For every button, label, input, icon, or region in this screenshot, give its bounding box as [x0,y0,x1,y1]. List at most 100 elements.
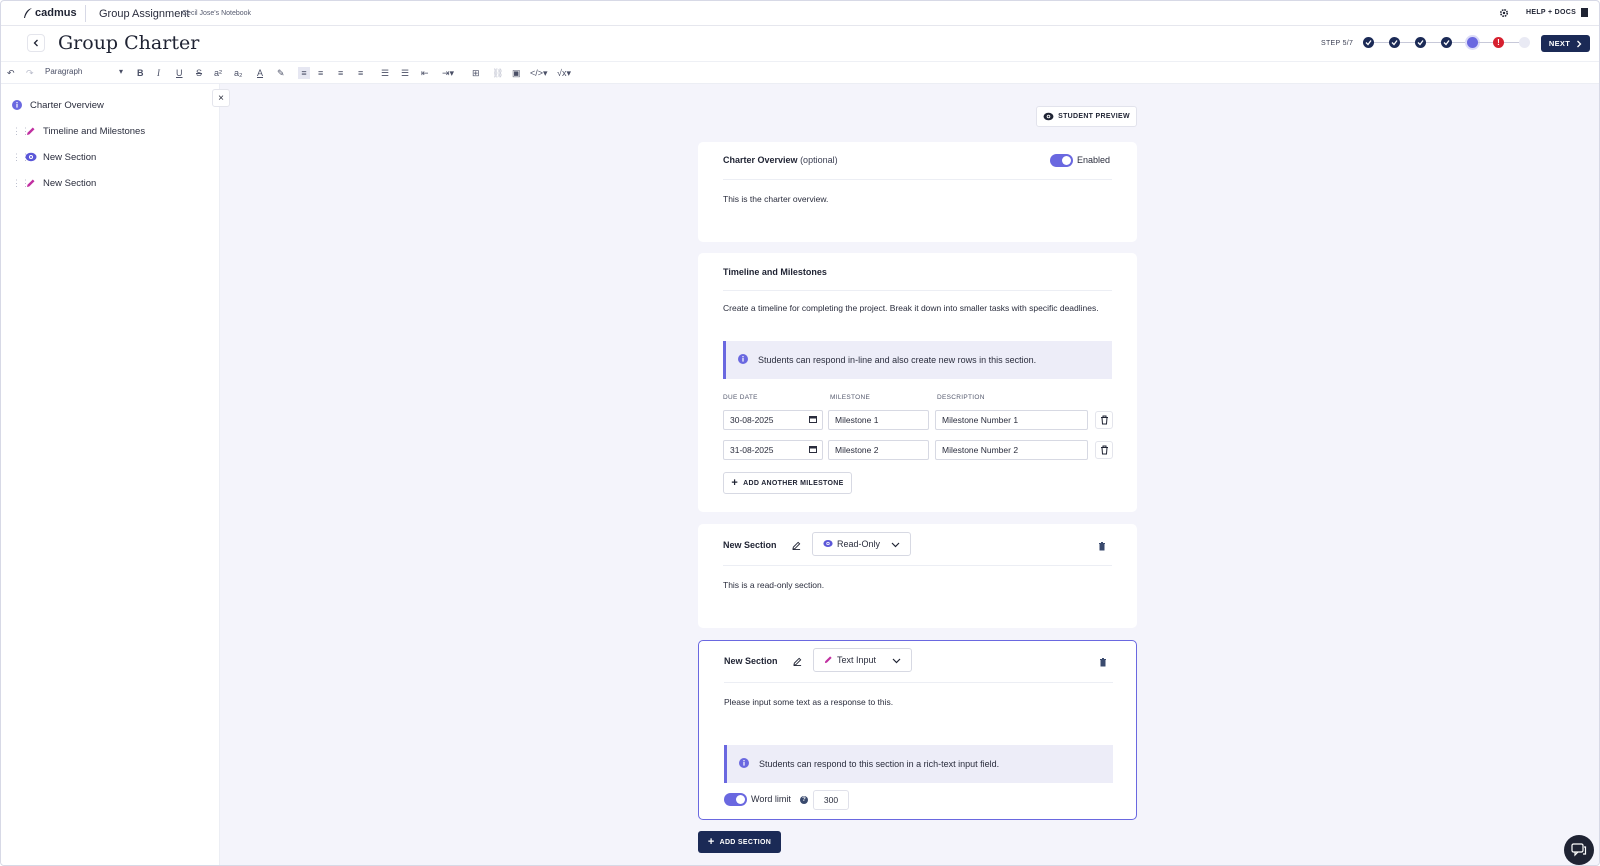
text-input-prompt[interactable]: Please input some text as a response to … [724,694,893,710]
column-header-milestone: MILESTONE [830,394,871,401]
pencil-icon [26,178,36,188]
chat-support-button[interactable] [1564,835,1594,865]
plus-icon: + [731,477,739,489]
bold-icon[interactable]: B [137,67,144,79]
book-icon[interactable] [1581,8,1588,17]
step-7-todo[interactable] [1519,37,1530,48]
due-date-input[interactable]: 31-08-2025 [723,440,823,460]
step-4-complete[interactable] [1441,37,1452,48]
milestone-input[interactable]: Milestone 1 [828,410,929,430]
step-6-error[interactable]: ! [1493,37,1504,48]
math-icon[interactable]: √x▾ [557,67,571,79]
due-date-input[interactable]: 30-08-2025 [723,410,823,430]
breadcrumb-assignment[interactable]: Group Assignment [99,8,190,20]
undo-icon[interactable]: ↶ [7,67,15,79]
next-button[interactable]: NEXT [1541,35,1590,52]
align-right-icon[interactable]: ≡ [338,67,343,79]
student-preview-button[interactable]: STUDENT PREVIEW [1036,106,1137,127]
feather-icon [24,8,32,18]
align-left-icon[interactable]: ≡ [298,67,310,79]
breadcrumb-notebook: Cecil Jose's Notebook [182,10,252,17]
sidebar-item-label: Charter Overview [30,99,104,111]
add-section-button[interactable]: + ADD SECTION [698,831,781,853]
settings-icon[interactable] [1499,7,1509,21]
calendar-icon[interactable] [809,445,817,455]
add-milestone-button[interactable]: + ADD ANOTHER MILESTONE [723,472,852,494]
description-input[interactable]: Milestone Number 1 [935,410,1088,430]
word-limit-label: Word limit [751,794,791,804]
indent-icon[interactable]: ⇥▾ [442,67,454,79]
app-window: cadmus Group Assignment Cecil Jose's Not… [0,0,1600,866]
underline-icon[interactable]: U [176,67,183,79]
drag-handle-icon[interactable]: ⋮⋮ [12,152,30,162]
step-5-current[interactable] [1467,37,1478,48]
paragraph-format-select[interactable]: Paragraph ▾ [45,67,123,76]
close-sidebar-button[interactable]: × [212,89,230,107]
subscript-icon[interactable]: a₂ [234,67,243,79]
bullet-list-icon[interactable]: ☰ [381,67,389,79]
sidebar-item-new-section-readonly[interactable]: ⋮⋮ New Section [1,147,220,167]
table-icon[interactable]: ⊞ [472,67,480,79]
divider [723,565,1112,566]
trash-icon[interactable] [1098,540,1106,554]
sidebar-item-charter-overview[interactable]: Charter Overview [1,95,220,115]
delete-row-button[interactable] [1095,411,1113,429]
chevron-down-icon [892,656,901,666]
optional-label: (optional) [800,155,838,165]
redo-icon[interactable]: ↷ [26,67,34,79]
description-input[interactable]: Milestone Number 2 [935,440,1088,460]
sidebar-item-new-section-text[interactable]: ⋮⋮ New Section [1,173,220,193]
drag-handle-icon[interactable]: ⋮⋮ [12,178,30,188]
page-header: Group Charter STEP 5/7 ! NEXT [1,26,1599,62]
milestone-input[interactable]: Milestone 2 [828,440,929,460]
timeline-text[interactable]: Create a timeline for completing the pro… [723,300,1112,316]
strikethrough-icon[interactable]: S [196,67,202,79]
calendar-icon[interactable] [809,415,817,425]
column-header-description: DESCRIPTION [937,394,985,401]
image-icon[interactable]: ▣ [512,67,521,79]
add-section-label: ADD SECTION [719,838,772,846]
info-callout: Students can respond to this section in … [724,745,1113,783]
step-2-complete[interactable] [1389,37,1400,48]
word-limit-toggle[interactable] [724,793,747,806]
step-label: STEP 5/7 [1321,40,1354,47]
edit-title-icon[interactable] [793,655,802,669]
overview-text[interactable]: This is the charter overview. [723,191,828,207]
help-docs-link[interactable]: HELP + DOCS [1526,9,1576,16]
edit-title-icon[interactable] [792,539,801,553]
trash-icon[interactable] [1099,656,1107,670]
section-sidebar: Charter Overview ⋮⋮ Timeline and Milesto… [1,84,220,865]
help-icon[interactable]: ? [800,796,808,804]
back-button[interactable] [27,34,45,52]
plus-icon: + [707,836,715,848]
highlight-icon[interactable]: ✎ [277,67,285,79]
superscript-icon[interactable]: a² [214,67,222,79]
section-type-dropdown[interactable]: Text Input [813,648,912,672]
preview-label: STUDENT PREVIEW [1058,113,1130,120]
readonly-section-card: New Section Read-Only This is a read-onl… [698,524,1137,628]
delete-row-button[interactable] [1095,441,1113,459]
step-3-complete[interactable] [1415,37,1426,48]
link-icon[interactable]: ⛓ [492,67,503,79]
word-limit-input[interactable]: 300 [813,790,849,810]
italic-icon[interactable]: I [157,67,160,79]
code-icon[interactable]: </>▾ [530,67,548,79]
section-title: New Section [724,656,778,666]
section-type-dropdown[interactable]: Read-Only [812,532,911,556]
step-1-complete[interactable] [1363,37,1374,48]
chevron-down-icon [891,540,900,550]
section-title: Charter Overview (optional) [723,155,838,165]
align-center-icon[interactable]: ≡ [318,67,323,79]
numbered-list-icon[interactable]: ☰ [401,67,409,79]
outdent-icon[interactable]: ⇤ [421,67,429,79]
text-input-section-card: New Section Text Input Please input some… [698,640,1137,820]
cadmus-logo[interactable]: cadmus [23,7,77,19]
enabled-toggle[interactable] [1050,154,1073,167]
align-justify-icon[interactable]: ≡ [358,67,363,79]
text-color-icon[interactable]: A [257,67,263,79]
drag-handle-icon[interactable]: ⋮⋮ [12,126,30,136]
readonly-text[interactable]: This is a read-only section. [723,577,824,593]
sidebar-item-label: Timeline and Milestones [43,125,146,137]
sidebar-item-timeline[interactable]: ⋮⋮ Timeline and Milestones [1,121,220,141]
section-type-value: Text Input [837,655,877,665]
